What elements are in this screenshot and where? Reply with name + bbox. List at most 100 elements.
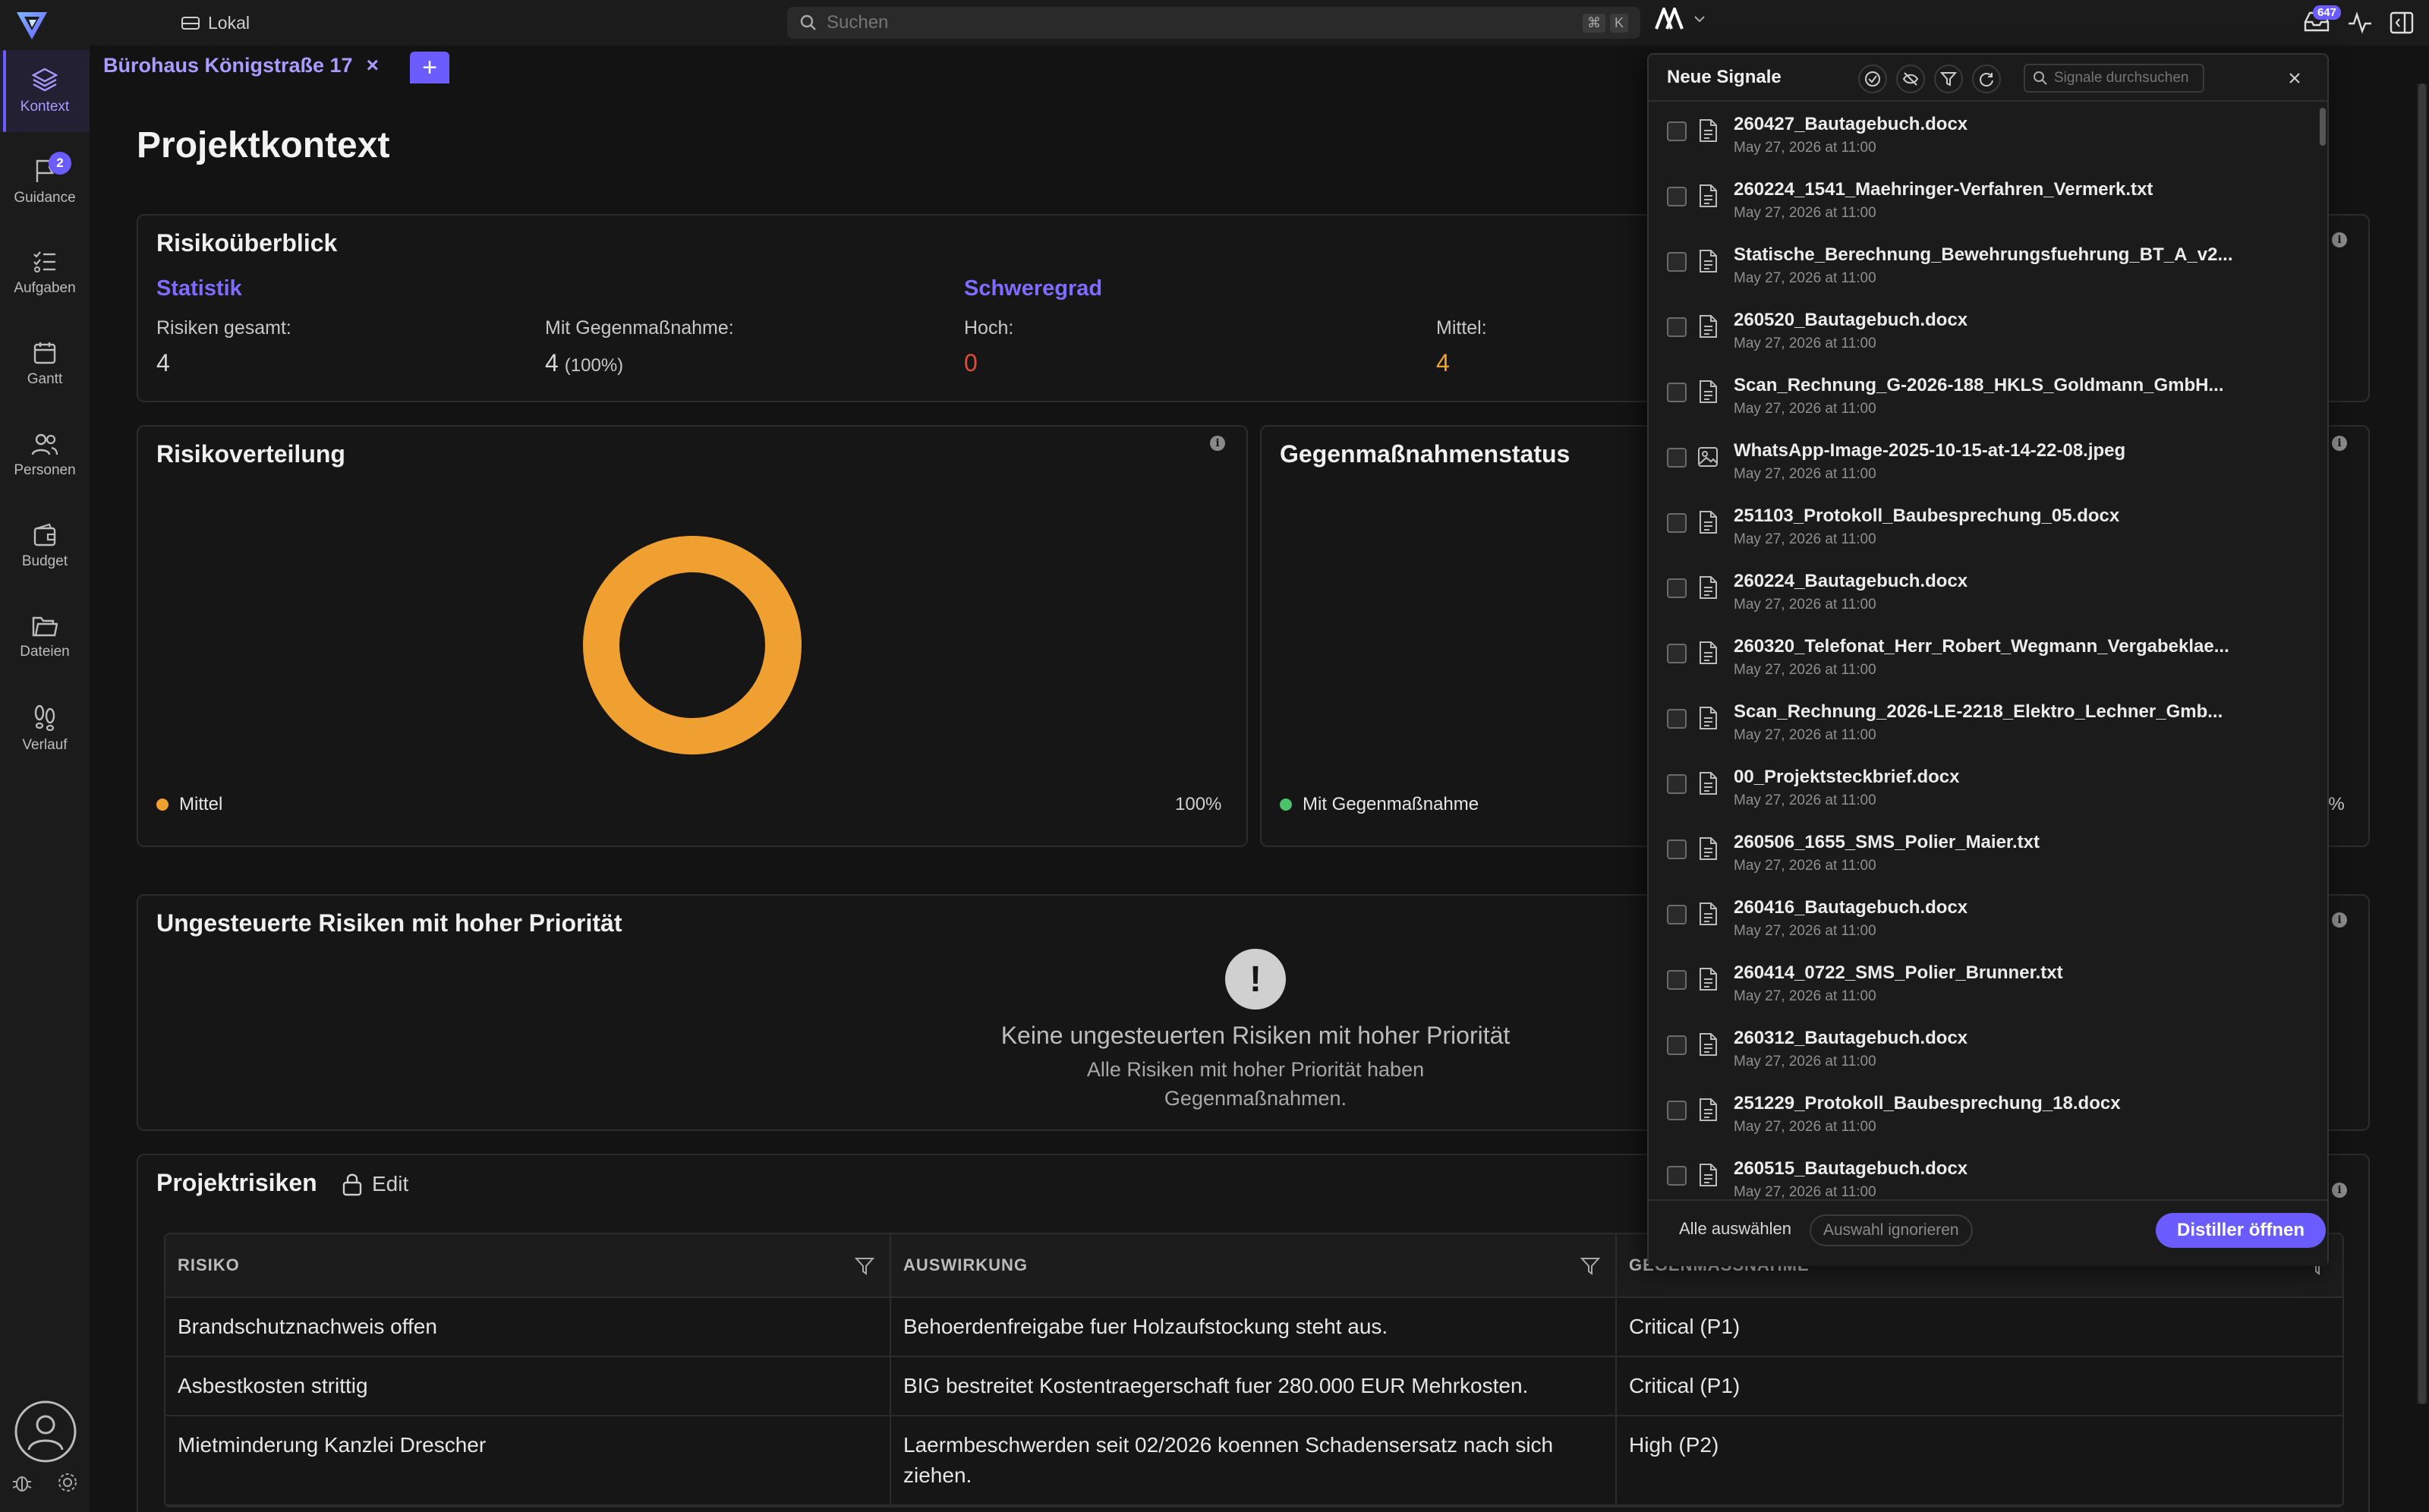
sidebar-item-budget[interactable]: Budget: [0, 506, 90, 587]
signal-list-item[interactable]: Scan_Rechnung_G-2026-188_HKLS_Goldmann_G…: [1649, 366, 2317, 431]
signals-scrollbar[interactable]: [2320, 106, 2326, 1251]
signal-list-item[interactable]: 260520_Bautagebuch.docx May 27, 2026 at 1…: [1649, 301, 2317, 366]
empty-state-line: Alle Risiken mit hoher Priorität haben: [1086, 1058, 1425, 1081]
signal-list-item[interactable]: 251229_Protokoll_Baubesprechung_18.docx M…: [1649, 1084, 2317, 1149]
sidebar-item-dateien[interactable]: Dateien: [0, 597, 90, 679]
brand-logo-icon: [1655, 8, 1684, 30]
signal-list-item[interactable]: WhatsApp-Image-2025-10-15-at-14-22-08.jp…: [1649, 431, 2317, 496]
signal-checkbox[interactable]: [1667, 709, 1687, 729]
scrollbar-thumb[interactable]: [2418, 83, 2426, 1404]
filter-button[interactable]: [1934, 65, 1963, 93]
scrollbar-thumb[interactable]: [2320, 108, 2326, 146]
signal-checkbox[interactable]: [1667, 1101, 1687, 1120]
signal-checkbox[interactable]: [1667, 905, 1687, 925]
signals-search-input[interactable]: [2054, 70, 2191, 87]
signal-list-item[interactable]: 260427_Bautagebuch.docx May 27, 2026 at 1…: [1649, 105, 2317, 170]
info-icon[interactable]: i: [2332, 912, 2347, 928]
info-icon[interactable]: i: [2332, 1183, 2347, 1198]
signal-file-name: 260506_1655_SMS_Polier_Maier.txt: [1734, 832, 2040, 852]
info-icon[interactable]: i: [2332, 436, 2347, 451]
signal-checkbox[interactable]: [1667, 970, 1687, 990]
signal-checkbox[interactable]: [1667, 1166, 1687, 1186]
user-avatar-icon[interactable]: [14, 1400, 77, 1463]
sidebar-item-guidance[interactable]: Guidance 2: [0, 141, 90, 223]
activity-icon[interactable]: [2347, 11, 2373, 34]
signal-checkbox[interactable]: [1667, 839, 1687, 859]
select-all-button[interactable]: Alle auswählen: [1679, 1219, 1791, 1239]
edit-button[interactable]: Edit: [342, 1172, 408, 1196]
signal-list-item[interactable]: 260416_Bautagebuch.docx May 27, 2026 at 1…: [1649, 888, 2317, 953]
sidebar: Kontext Guidance 2 Aufgaben Gantt Person…: [0, 46, 90, 1512]
project-tab[interactable]: Bürohaus Königstraße 17 ×: [90, 46, 392, 85]
signal-file-icon: [1697, 380, 1719, 408]
signal-checkbox[interactable]: [1667, 513, 1687, 533]
signal-file-name: Scan_Rechnung_G-2026-188_HKLS_Goldmann_G…: [1734, 375, 2224, 395]
signal-checkbox[interactable]: [1667, 644, 1687, 663]
sidebar-item-gantt[interactable]: Gantt: [0, 323, 90, 405]
filter-icon[interactable]: [1580, 1257, 1600, 1275]
table-row[interactable]: Mietminderung Kanzlei Drescher Laermbesc…: [165, 1416, 2342, 1506]
bug-icon[interactable]: [11, 1471, 33, 1494]
signal-timestamp: May 27, 2026 at 11:00: [1734, 270, 1876, 286]
signal-checkbox[interactable]: [1667, 1035, 1687, 1055]
sidebar-item-personen[interactable]: Personen: [0, 414, 90, 496]
app-logo-icon[interactable]: [14, 6, 50, 43]
location-selector[interactable]: Lokal: [181, 9, 250, 36]
column-header-risiko[interactable]: RISIKO: [165, 1234, 891, 1296]
panel-toggle-icon[interactable]: [2390, 11, 2414, 34]
signal-list-item[interactable]: 00_Projektsteckbrief.docx May 27, 2026 at…: [1649, 758, 2317, 823]
close-icon[interactable]: ×: [367, 53, 379, 77]
signal-list-item[interactable]: 260506_1655_SMS_Polier_Maier.txt May 27, …: [1649, 823, 2317, 888]
signal-list-item[interactable]: 260312_Bautagebuch.docx May 27, 2026 at 1…: [1649, 1019, 2317, 1084]
main-scrollbar[interactable]: [2417, 83, 2427, 1404]
signal-list-item[interactable]: 260320_Telefonat_Herr_Robert_Wegmann_Ver…: [1649, 627, 2317, 692]
signal-list-item[interactable]: 260224_1541_Maehringer-Verfahren_Vermerk…: [1649, 170, 2317, 235]
global-search[interactable]: ⌘ K: [787, 7, 1640, 39]
table-row[interactable]: Asbestkosten strittig BIG bestreitet Kos…: [165, 1357, 2342, 1416]
signal-timestamp: May 27, 2026 at 11:00: [1734, 858, 1876, 874]
table-row[interactable]: Brandschutznachweis offen Behoerdenfreig…: [165, 1298, 2342, 1357]
signal-checkbox[interactable]: [1667, 187, 1687, 206]
refresh-button[interactable]: [1972, 65, 2001, 93]
hide-button[interactable]: [1896, 65, 1925, 93]
signal-list-item[interactable]: Scan_Rechnung_2026-LE-2218_Elektro_Lechn…: [1649, 692, 2317, 758]
signal-list-item[interactable]: 260224_Bautagebuch.docx May 27, 2026 at 1…: [1649, 562, 2317, 627]
signal-list-item[interactable]: 251103_Protokoll_Baubesprechung_05.docx M…: [1649, 496, 2317, 562]
empty-state-message: Alle Risiken mit hoher Priorität haben G…: [897, 1055, 1614, 1113]
signal-file-icon: [1697, 641, 1719, 669]
signal-checkbox[interactable]: [1667, 383, 1687, 402]
info-icon[interactable]: i: [1210, 436, 1225, 451]
schweregrad-label: Schweregrad: [964, 276, 1103, 301]
gear-icon[interactable]: [56, 1471, 79, 1494]
high-severity-label: Hoch:: [964, 317, 1014, 339]
signal-checkbox[interactable]: [1667, 448, 1687, 468]
inbox-button[interactable]: 647: [2303, 5, 2341, 36]
info-icon[interactable]: i: [2332, 232, 2347, 247]
signals-search[interactable]: [2024, 64, 2204, 93]
signals-list: 260427_Bautagebuch.docx May 27, 2026 at 1…: [1649, 105, 2317, 1249]
brand-switcher[interactable]: [1655, 8, 1706, 30]
mark-read-button[interactable]: [1858, 65, 1887, 93]
sidebar-item-verlauf[interactable]: Verlauf: [0, 688, 90, 770]
search-input[interactable]: [827, 12, 1574, 33]
ignore-selection-button[interactable]: Auswahl ignorieren: [1810, 1214, 1973, 1246]
filter-icon[interactable]: [855, 1257, 874, 1275]
mitigated-value: 4: [545, 349, 559, 376]
signal-checkbox[interactable]: [1667, 252, 1687, 272]
sidebar-item-kontext[interactable]: Kontext: [0, 50, 90, 132]
close-panel-button[interactable]: [2283, 67, 2306, 90]
add-tab-button[interactable]: +: [410, 52, 449, 83]
donut-segment-mittel[interactable]: [583, 536, 802, 754]
open-distiller-button[interactable]: Distiller öffnen: [2156, 1213, 2327, 1248]
signal-checkbox[interactable]: [1667, 774, 1687, 794]
document-icon: [1700, 380, 1717, 403]
signal-list-item[interactable]: 260414_0722_SMS_Polier_Brunner.txt May 27…: [1649, 953, 2317, 1019]
signal-checkbox[interactable]: [1667, 578, 1687, 598]
sidebar-item-aufgaben[interactable]: Aufgaben: [0, 232, 90, 314]
column-header-auswirkung[interactable]: AUSWIRKUNG: [891, 1234, 1617, 1296]
signal-list-item[interactable]: Statische_Berechnung_Bewehrungsfuehrung_…: [1649, 235, 2317, 301]
signal-checkbox[interactable]: [1667, 317, 1687, 337]
cell-risk: Brandschutznachweis offen: [165, 1298, 891, 1356]
document-icon: [1700, 968, 1717, 991]
signal-checkbox[interactable]: [1667, 121, 1687, 141]
